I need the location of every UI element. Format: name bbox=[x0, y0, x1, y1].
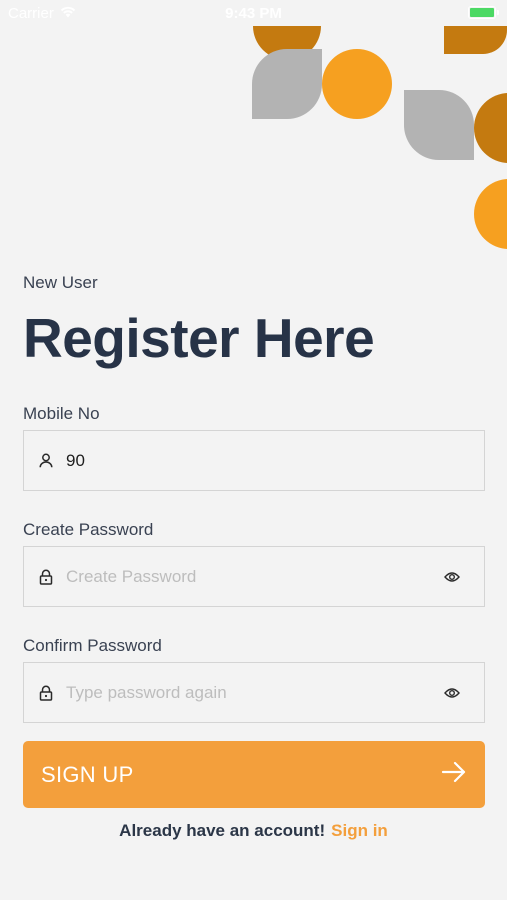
signup-button[interactable]: SIGN UP bbox=[23, 741, 485, 808]
signin-link[interactable]: Sign in bbox=[331, 821, 388, 840]
deco-dark-circle bbox=[474, 93, 507, 163]
user-icon bbox=[38, 453, 54, 469]
eye-icon[interactable] bbox=[444, 570, 462, 584]
signin-question: Already have an account! bbox=[119, 821, 326, 840]
page-title: Register Here bbox=[23, 307, 375, 369]
confirm-label: Confirm Password bbox=[23, 636, 162, 655]
deco-quarter-shape bbox=[444, 26, 507, 54]
mobile-input[interactable] bbox=[66, 431, 462, 490]
deco-orange-circle-2 bbox=[474, 179, 507, 249]
mobile-label: Mobile No bbox=[23, 404, 100, 423]
page-subtitle: New User bbox=[23, 273, 98, 292]
arrow-right-icon bbox=[441, 761, 467, 788]
deco-orange-circle bbox=[322, 49, 392, 119]
battery-icon bbox=[468, 6, 499, 19]
deco-gray-leaf-2 bbox=[404, 90, 474, 160]
decorative-shapes bbox=[252, 26, 507, 249]
password-input[interactable] bbox=[66, 547, 444, 606]
status-bar: Carrier 9:43 PM bbox=[0, 0, 507, 28]
confirm-field[interactable] bbox=[23, 662, 485, 723]
mobile-field[interactable] bbox=[23, 430, 485, 491]
lock-icon bbox=[38, 569, 54, 585]
signup-label: SIGN UP bbox=[41, 761, 134, 787]
password-label: Create Password bbox=[23, 520, 154, 539]
signin-prompt: Already have an account! Sign in bbox=[0, 821, 507, 841]
eye-icon[interactable] bbox=[444, 686, 462, 700]
confirm-input[interactable] bbox=[66, 663, 444, 722]
status-time: 9:43 PM bbox=[225, 5, 282, 22]
deco-half-circle bbox=[253, 26, 321, 60]
deco-gray-leaf bbox=[252, 49, 322, 119]
lock-icon bbox=[38, 685, 54, 701]
password-field[interactable] bbox=[23, 546, 485, 607]
